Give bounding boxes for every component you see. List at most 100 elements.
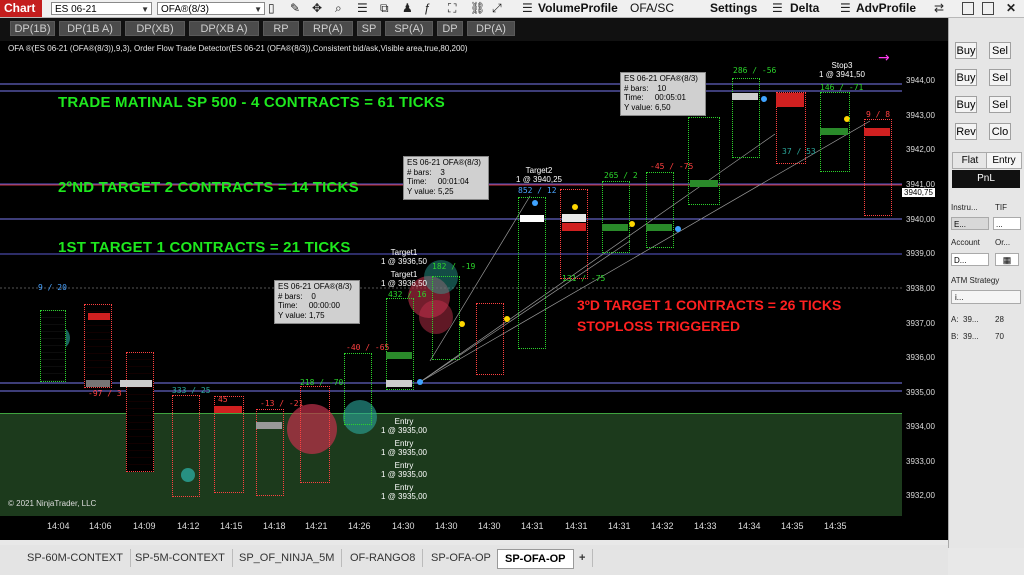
buy-limit-button[interactable]: Buy — [955, 69, 977, 86]
target1-order-label[interactable]: Target1 1 @ 3936,50 — [370, 270, 438, 288]
link-icon[interactable]: ⛓ — [470, 1, 485, 16]
crosshair-icon[interactable]: ✥ — [312, 1, 322, 16]
sell-market-button[interactable]: Sel — [989, 42, 1011, 59]
properties-icon[interactable]: ☰ — [357, 1, 368, 16]
bar-delta-label: 286 / -56 — [733, 66, 777, 75]
indicator-button[interactable]: RP(A) — [303, 21, 353, 36]
account-select[interactable]: D... — [951, 253, 989, 266]
entry-order-label[interactable]: Entry 1 @ 3935,00 — [370, 483, 438, 501]
footprint-bar — [688, 117, 720, 205]
imbalance-cell — [88, 313, 110, 320]
tif-label: TIF — [995, 203, 1007, 212]
order-name: Entry — [394, 483, 414, 492]
templates-icon[interactable]: ⧉ — [380, 1, 389, 16]
tooltip-title: ES 06-21 OFA®(8/3) — [278, 282, 352, 291]
time-tick: 14:30 — [478, 521, 501, 531]
chart-area[interactable]: → OFA ®(ES 06-21 (OFA®(8/3)),9,3), Order… — [0, 41, 902, 516]
price-tick: 3936,00 — [906, 353, 935, 362]
indicator-button[interactable]: SP — [357, 21, 381, 36]
indicator-button[interactable]: DP(1B) — [10, 21, 55, 36]
imbalance-cell — [820, 128, 848, 135]
adv-profile-button[interactable]: AdvProfile — [856, 1, 916, 16]
bar-type-select[interactable]: OFA®(8/3) ▼ — [157, 2, 265, 15]
chart-menu-button[interactable]: Chart — [0, 0, 42, 17]
price-axis[interactable]: 3944,00 3943,00 3942,00 3941,00 3940,75 … — [902, 41, 948, 516]
target2-order-label[interactable]: Target2 1 @ 3940,25 — [505, 166, 573, 184]
atm-strategy-label: ATM Strategy — [951, 276, 1000, 285]
tab-sp-60m-context[interactable]: SP-60M-CONTEXT — [20, 549, 131, 567]
indicator-button[interactable]: DP(1B A) — [59, 21, 121, 36]
indicator-button[interactable]: SP(A) — [385, 21, 433, 36]
pencil-icon[interactable]: ✎ — [290, 1, 300, 16]
add-tab-button[interactable]: + — [572, 549, 594, 567]
tab-sp-ofa-op-active[interactable]: SP-OFA-OP — [497, 549, 574, 569]
bar-delta-label: -45 / -75 — [650, 162, 694, 171]
tooltip-row: # bars: 3 — [407, 168, 485, 178]
volume-profile-icon[interactable]: ☰ — [522, 1, 533, 16]
reverse-button[interactable]: Rev — [955, 123, 977, 140]
minimize-icon[interactable] — [962, 2, 974, 15]
stop3-order-label[interactable]: Stop3 1 @ 3941,50 — [808, 61, 876, 79]
volume-profile-button[interactable]: VolumeProfile — [538, 1, 618, 16]
strategies-icon[interactable]: ♟ — [402, 1, 413, 16]
sell-stop-button[interactable]: Sel — [989, 96, 1011, 113]
workspace-tab-bar: SP-60M-CONTEXT SP-5M-CONTEXT SP_OF_NINJA… — [0, 545, 948, 575]
chevron-down-icon: ▼ — [141, 5, 149, 14]
order-value: 1 @ 3935,00 — [381, 470, 427, 479]
zoom-icon[interactable]: ⌕ — [335, 1, 342, 16]
instrument-select[interactable]: ES 06-21 ▼ — [51, 2, 152, 15]
entry-order-label[interactable]: Entry 1 @ 3935,00 — [370, 461, 438, 479]
instrument-label: Instru... — [951, 203, 978, 212]
price-tick: 3944,00 — [906, 76, 935, 85]
price-tick: 3937,00 — [906, 319, 935, 328]
order-type-select[interactable]: ▦ — [995, 253, 1019, 266]
arrow-icon[interactable]: ⇄ — [934, 1, 944, 16]
order-name: Target2 — [525, 166, 553, 175]
tab-sp-ofa-op[interactable]: SP-OFA-OP — [424, 549, 499, 567]
time-tick: 14:30 — [435, 521, 458, 531]
bar-chart-icon[interactable]: ▯ — [268, 1, 275, 16]
sell-limit-button[interactable]: Sel — [989, 69, 1011, 86]
entry-order-label[interactable]: Entry 1 @ 3935,00 — [370, 417, 438, 435]
tooltip-row: Time: 00:00:00 — [278, 301, 356, 311]
imbalance-cell — [602, 224, 628, 231]
tab-of-rango8[interactable]: OF-RANGO8 — [343, 549, 424, 567]
delta-button[interactable]: Delta — [790, 1, 819, 16]
delta-icon[interactable]: ☰ — [772, 1, 783, 16]
indicator-button[interactable]: DP(XB A) — [189, 21, 259, 36]
indicator-button[interactable]: DP — [437, 21, 463, 36]
headline-stoploss: STOPLOSS TRIGGERED — [577, 318, 741, 334]
time-tick: 14:33 — [694, 521, 717, 531]
tab-sp-5m-context[interactable]: SP-5M-CONTEXT — [128, 549, 233, 567]
buy-market-button[interactable]: Buy — [955, 42, 977, 59]
close-position-button[interactable]: Clo — [989, 123, 1011, 140]
indicator-button[interactable]: RP — [263, 21, 299, 36]
tif-select[interactable]: ... — [993, 217, 1021, 230]
entry-order-label[interactable]: Entry 1 @ 3935,00 — [370, 439, 438, 457]
bid-label: B: — [951, 332, 959, 341]
maximize-icon[interactable] — [982, 2, 994, 15]
tab-sp-of-ninja-5m[interactable]: SP_OF_NINJA_5M — [232, 549, 343, 567]
bar-delta-label: 9 / 20 — [38, 283, 67, 292]
chevron-down-icon: ▼ — [254, 5, 262, 14]
instrument-select[interactable]: E... — [951, 217, 989, 230]
close-icon[interactable]: ✕ — [1006, 1, 1016, 16]
indicators-icon[interactable]: ƒ — [424, 1, 431, 16]
settings-button[interactable]: Settings — [710, 1, 757, 16]
time-tick: 14:34 — [738, 521, 761, 531]
target1-order-label[interactable]: Target1 1 @ 3936,50 — [370, 248, 438, 266]
time-axis[interactable]: 14:04 14:06 14:09 14:12 14:15 14:18 14:2… — [0, 516, 948, 540]
bar-delta-label: 852 / 12 — [518, 186, 557, 195]
indicator-button[interactable]: DP(XB) — [125, 21, 185, 36]
tooltip-value: 0 — [311, 291, 316, 301]
ofa-sc-button[interactable]: OFA/SC — [630, 1, 674, 16]
atm-strategy-select[interactable]: i... — [951, 290, 1021, 304]
adv-profile-icon[interactable]: ☰ — [840, 1, 851, 16]
scroll-icon[interactable]: ⤢ — [492, 1, 502, 16]
trade-icon[interactable]: ⛶ — [448, 1, 456, 16]
tooltip-value: 00:00:00 — [308, 301, 340, 310]
order-value: 1 @ 3936,50 — [381, 257, 427, 266]
indicator-button[interactable]: DP(A) — [467, 21, 515, 36]
bid-size: 70 — [995, 332, 1004, 341]
buy-stop-button[interactable]: Buy — [955, 96, 977, 113]
